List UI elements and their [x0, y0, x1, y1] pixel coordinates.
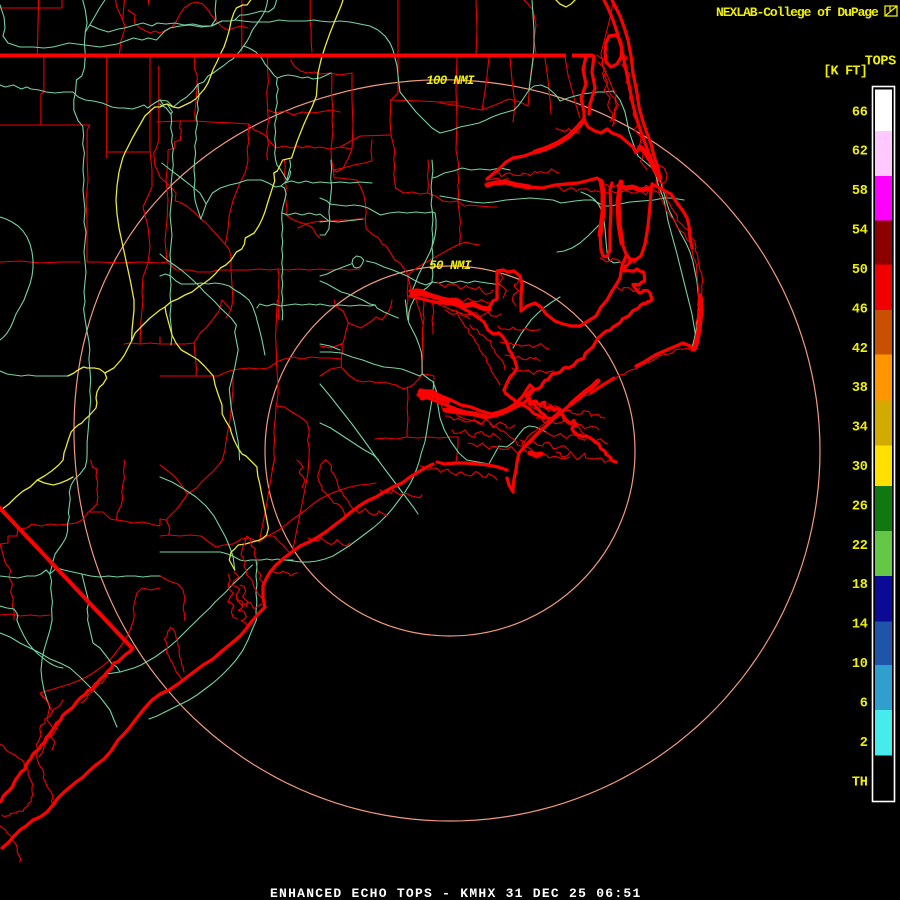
svg-text:42: 42: [852, 342, 868, 357]
svg-text:100 NMI: 100 NMI: [426, 74, 475, 88]
svg-text:14: 14: [852, 618, 868, 633]
svg-text:26: 26: [852, 499, 868, 514]
svg-text:6: 6: [860, 697, 868, 712]
svg-text:22: 22: [852, 539, 868, 554]
svg-text:66: 66: [852, 105, 868, 120]
svg-text:NEXLAB-College of DuPage: NEXLAB-College of DuPage: [716, 5, 879, 20]
svg-text:54: 54: [852, 224, 868, 239]
svg-text:50: 50: [852, 263, 868, 278]
svg-text:30: 30: [852, 460, 868, 475]
svg-text:ENHANCED ECHO TOPS - KMHX 31 D: ENHANCED ECHO TOPS - KMHX 31 DEC 25 06:5…: [270, 886, 642, 900]
svg-text:58: 58: [852, 184, 868, 199]
svg-text:[K FT]: [K FT]: [823, 65, 867, 80]
svg-text:62: 62: [852, 145, 868, 160]
svg-text:34: 34: [852, 421, 868, 436]
svg-text:TOPS: TOPS: [865, 55, 896, 70]
svg-text:10: 10: [852, 657, 868, 672]
svg-text:18: 18: [852, 578, 868, 593]
svg-text:TH: TH: [852, 775, 868, 790]
svg-text:46: 46: [852, 302, 868, 317]
svg-text:38: 38: [852, 381, 868, 396]
svg-text:2: 2: [860, 736, 868, 751]
svg-text:50 NMI: 50 NMI: [429, 259, 472, 273]
